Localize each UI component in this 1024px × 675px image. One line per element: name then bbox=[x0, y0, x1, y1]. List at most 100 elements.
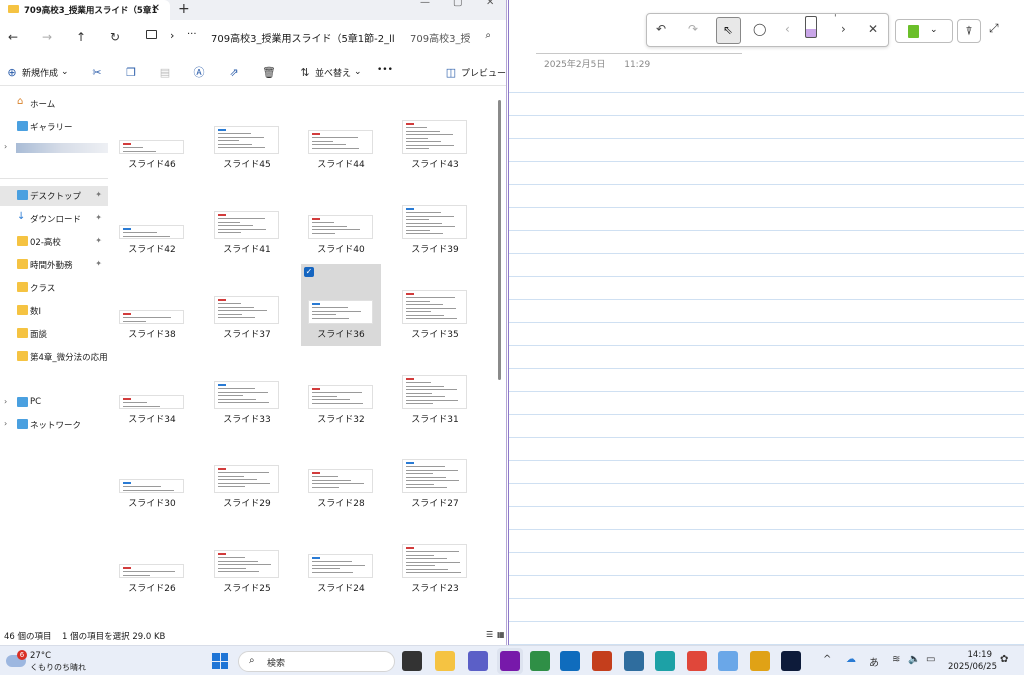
details-view-icon[interactable]: ☰ bbox=[486, 630, 493, 639]
expand-chevron-icon[interactable]: › bbox=[4, 397, 7, 406]
weather-widget[interactable]: 6 27°C くもりのち晴れ bbox=[6, 649, 116, 675]
expand-chevron-icon[interactable]: › bbox=[4, 419, 7, 428]
edge-taskbar-icon[interactable] bbox=[655, 651, 675, 671]
taskbar-search[interactable]: ⌕ 検索 bbox=[238, 651, 395, 672]
sidebar-item-network[interactable]: › ネットワーク bbox=[0, 415, 108, 435]
address-bar[interactable]: › ··· 709高校3_授業用スライド（5章1節-2_ll bbox=[140, 26, 400, 48]
sidebar-item-onedrive-blurred[interactable]: › bbox=[0, 138, 108, 158]
onedrive-app-taskbar-icon[interactable] bbox=[718, 651, 738, 671]
expand-chevron-icon[interactable]: › bbox=[4, 142, 7, 151]
file-item[interactable]: スライド42 bbox=[112, 179, 192, 261]
sway-taskbar-icon[interactable] bbox=[624, 651, 644, 671]
notebook-button[interactable]: ⌄ bbox=[895, 19, 953, 43]
back-button[interactable]: ← bbox=[8, 30, 18, 44]
forward-button[interactable]: → bbox=[42, 30, 52, 44]
app-s-taskbar-icon[interactable] bbox=[687, 651, 707, 671]
file-item[interactable]: スライド43 bbox=[395, 94, 475, 176]
search-input[interactable]: 709高校3_授 ⌕ bbox=[402, 26, 500, 48]
close-toolbar-icon[interactable]: ✕ bbox=[868, 22, 878, 36]
sidebar-item-folder[interactable]: 時間外勤務 ✦ bbox=[0, 255, 108, 275]
sidebar-item-home[interactable]: ⌂ ホーム bbox=[0, 94, 108, 114]
cloud-sync-icon[interactable]: ☁ bbox=[846, 654, 856, 665]
photoshop-taskbar-icon[interactable] bbox=[781, 651, 801, 671]
close-window-button[interactable]: ✕ bbox=[486, 0, 494, 8]
calendar-app-taskbar-icon[interactable] bbox=[530, 651, 550, 671]
file-item[interactable]: スライド39 bbox=[395, 179, 475, 261]
sidebar-item-folder[interactable]: 面談 bbox=[0, 324, 108, 344]
file-item[interactable]: スライド45 bbox=[207, 94, 287, 176]
file-item[interactable]: スライド30 bbox=[112, 433, 192, 515]
sidebar-item-folder[interactable]: 02-高校 ✦ bbox=[0, 232, 108, 252]
scroll-right-icon[interactable]: › bbox=[841, 22, 846, 36]
file-item[interactable]: スライド40 bbox=[301, 179, 381, 261]
teams-taskbar-icon[interactable] bbox=[468, 651, 488, 671]
cut-button[interactable]: ✂ bbox=[90, 65, 104, 79]
file-item[interactable]: スライド32 bbox=[301, 349, 381, 431]
clock[interactable]: 14:19 2025/06/25 bbox=[948, 649, 992, 673]
file-item[interactable]: スライド37 bbox=[207, 264, 287, 346]
volume-icon[interactable]: 🔈 bbox=[908, 654, 920, 665]
scroll-left-icon[interactable]: ‹ bbox=[785, 22, 790, 36]
file-item[interactable]: スライド31 bbox=[395, 349, 475, 431]
eraser-icon[interactable] bbox=[805, 16, 817, 38]
more-options-button[interactable]: ••• bbox=[377, 65, 393, 75]
sidebar-item-pc[interactable]: › PC bbox=[0, 393, 108, 413]
sidebar-item-folder[interactable]: 数I bbox=[0, 301, 108, 321]
maximize-button[interactable]: ▢ bbox=[453, 0, 462, 8]
preview-pane-button[interactable]: ◫ プレビュー bbox=[444, 65, 506, 79]
sidebar-item-folder[interactable]: 第4章_微分法の応用 bbox=[0, 347, 108, 367]
lasso-icon[interactable]: ◯ bbox=[753, 22, 766, 36]
breadcrumb-overflow-button[interactable]: ··· bbox=[187, 29, 197, 40]
file-item[interactable]: スライド41 bbox=[207, 179, 287, 261]
file-item[interactable]: ✓スライド36 bbox=[301, 264, 381, 346]
share-button[interactable]: ⇗ bbox=[227, 65, 241, 79]
breadcrumb-current[interactable]: 709高校3_授業用スライド（5章1節-2_ll bbox=[211, 30, 395, 45]
minimize-button[interactable]: — bbox=[420, 0, 430, 8]
vertical-scrollbar[interactable] bbox=[496, 90, 502, 635]
start-button[interactable] bbox=[212, 653, 228, 669]
sidebar-item-folder[interactable]: クラス bbox=[0, 278, 108, 298]
powerpoint-taskbar-icon[interactable] bbox=[592, 651, 612, 671]
sidebar-item-gallery[interactable]: ギャラリー bbox=[0, 117, 108, 137]
chevron-right-icon[interactable]: › bbox=[170, 29, 174, 42]
file-item[interactable]: スライド46 bbox=[112, 94, 192, 176]
scrollbar-thumb[interactable] bbox=[498, 100, 501, 380]
ime-indicator[interactable]: あ bbox=[869, 654, 879, 669]
sort-button[interactable]: ⇅ 並べ替え ⌄ bbox=[298, 65, 362, 79]
file-item[interactable]: スライド33 bbox=[207, 349, 287, 431]
onenote-taskbar-icon[interactable] bbox=[500, 651, 520, 671]
chrome-taskbar-icon[interactable] bbox=[750, 651, 770, 671]
paste-button[interactable]: ▤ bbox=[158, 65, 172, 79]
task-view-taskbar-icon[interactable] bbox=[402, 651, 422, 671]
wifi-icon[interactable]: ≋ bbox=[892, 654, 900, 665]
ruled-page-canvas[interactable] bbox=[509, 70, 1024, 645]
tab-close-icon[interactable]: ✕ bbox=[152, 3, 160, 14]
file-item[interactable]: スライド23 bbox=[395, 518, 475, 600]
file-item[interactable]: スライド24 bbox=[301, 518, 381, 600]
file-item[interactable]: スライド38 bbox=[112, 264, 192, 346]
file-item[interactable]: スライド44 bbox=[301, 94, 381, 176]
new-button[interactable]: ⊕ 新規作成 ⌄ bbox=[5, 65, 69, 79]
new-tab-button[interactable]: + bbox=[178, 1, 190, 17]
redo-icon[interactable]: ↷ bbox=[688, 22, 698, 36]
file-item[interactable]: スライド27 bbox=[395, 433, 475, 515]
outlook-taskbar-icon[interactable] bbox=[560, 651, 580, 671]
expand-icon[interactable]: ⤢ bbox=[989, 21, 999, 36]
explorer-tab[interactable]: 709高校3_授業用スライド（5章1 ✕ bbox=[0, 0, 170, 20]
file-item[interactable]: スライド29 bbox=[207, 433, 287, 515]
up-button[interactable]: ↑ bbox=[76, 30, 86, 44]
select-tool-button[interactable]: ⇖ bbox=[716, 17, 741, 44]
file-explorer-taskbar-icon[interactable] bbox=[435, 651, 455, 671]
file-item[interactable]: スライド26 bbox=[112, 518, 192, 600]
sidebar-item-desktop[interactable]: デスクトップ ✦ bbox=[0, 186, 108, 206]
selection-checkbox[interactable]: ✓ bbox=[304, 267, 314, 277]
rename-button[interactable]: Ⓐ bbox=[192, 65, 206, 79]
notification-center-icon[interactable]: ✿ bbox=[1000, 654, 1008, 665]
show-hidden-icons-button[interactable]: ^ bbox=[823, 654, 831, 665]
file-item[interactable]: スライド34 bbox=[112, 349, 192, 431]
file-item[interactable]: スライド35 bbox=[395, 264, 475, 346]
highlighter-button[interactable]: ⍒ bbox=[957, 19, 981, 43]
file-item[interactable]: スライド28 bbox=[301, 433, 381, 515]
file-item[interactable]: スライド25 bbox=[207, 518, 287, 600]
delete-button[interactable]: 🗑 bbox=[262, 65, 276, 79]
